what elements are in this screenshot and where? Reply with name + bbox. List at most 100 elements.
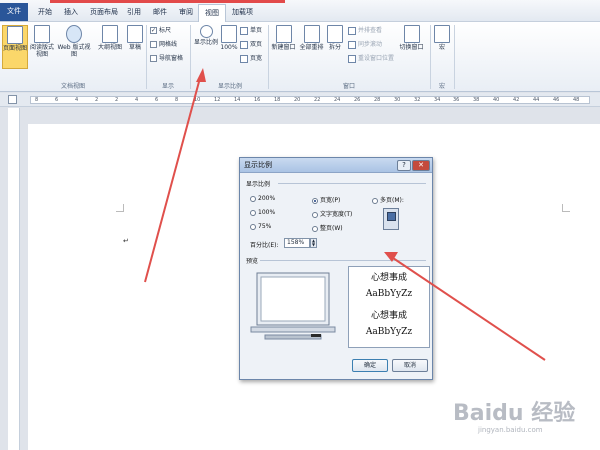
close-button[interactable]: ✕ (412, 160, 430, 171)
whole-page-option[interactable]: 整页(W) (312, 223, 343, 232)
radio-icon (250, 209, 256, 216)
percent-spinner[interactable]: ▲ ▼ (310, 238, 317, 248)
ruler-number: 24 (334, 97, 341, 103)
help-button[interactable]: ? (397, 160, 411, 171)
full-screen-reading-button[interactable]: 阅读版式视图 (30, 25, 54, 58)
gridlines-checkbox[interactable]: 网格线 (150, 40, 177, 50)
page-width-option[interactable]: 页宽(P) (312, 195, 340, 204)
text-preview: 心想事成 AaBbYyZz 心想事成 AaBbYyZz (348, 266, 430, 348)
ruler-numbers: 8 6 4 2 2 4 6 8 10 12 14 16 18 20 22 24 26 28 30 32 34 36 38 40… (31, 97, 589, 103)
ruler-checkbox[interactable]: ✓ 标尺 (150, 26, 171, 36)
tab-selector[interactable] (8, 95, 17, 104)
zoom-button-label: 显示比例 (193, 39, 218, 46)
reset-window-button[interactable]: 重设窗口位置 (348, 54, 394, 64)
tab-file[interactable]: 文件 (0, 3, 28, 21)
ruler-number: 26 (354, 97, 361, 103)
zoom-200-option[interactable]: 200% (250, 195, 275, 202)
ruler-number: 42 (513, 97, 520, 103)
ruler-number: 46 (553, 97, 560, 103)
draft-label: 草稿 (128, 44, 141, 51)
print-layout-button[interactable]: 页面视图 (2, 25, 28, 69)
page-width-button[interactable]: 页宽 (240, 54, 262, 64)
ruler-number: 30 (394, 97, 401, 103)
page-100-icon (221, 25, 237, 43)
group-divider (190, 25, 191, 89)
split-label: 拆分 (328, 44, 341, 51)
one-page-button[interactable]: 单页 (240, 26, 262, 36)
ruler-number: 4 (75, 97, 79, 103)
reset-window-label: 重设窗口位置 (358, 55, 395, 62)
ruler-number: 2 (115, 97, 119, 103)
zoom-100-button[interactable]: 100% (220, 25, 238, 51)
web-layout-button[interactable]: Web 版式视图 (55, 25, 93, 58)
margin-corner-mark (562, 204, 570, 212)
preview-section-label: 预览 (246, 258, 259, 265)
ruler-number: 22 (314, 97, 321, 103)
many-pages-option[interactable]: 多页(M): (372, 195, 404, 204)
ruler-number: 48 (573, 97, 580, 103)
zoom-75-option[interactable]: 75% (250, 223, 271, 230)
group-divider (268, 25, 269, 89)
sync-scroll-button[interactable]: 同步滚动 (348, 40, 382, 50)
zoom-200-label: 200% (258, 195, 276, 202)
ruler-number: 8 (175, 97, 179, 103)
ok-button[interactable]: 确定 (352, 359, 388, 372)
margin-corner-mark (116, 204, 124, 212)
cancel-button[interactable]: 取消 (392, 359, 428, 372)
paragraph-mark: ↵ (123, 237, 129, 245)
reset-window-icon (348, 54, 356, 63)
side-by-side-button[interactable]: 并排查看 (348, 26, 382, 36)
ribbon-view-panel: 页面视图 阅读版式视图 Web 版式视图 大纲视图 草稿 文档视图 ✓ 标尺 网格… (0, 22, 600, 92)
tab-review[interactable]: 审阅 (173, 4, 199, 22)
ruler-number: 2 (95, 97, 99, 103)
book-icon (34, 25, 50, 43)
ruler-number: 6 (155, 97, 159, 103)
tab-mailings[interactable]: 邮件 (147, 4, 173, 22)
section-divider (260, 260, 426, 261)
nav-pane-checkbox[interactable]: 导航窗格 (150, 54, 183, 64)
ruler-number: 8 (35, 97, 39, 103)
many-pages-picker[interactable] (383, 208, 399, 230)
new-window-button[interactable]: 新建窗口 (270, 25, 297, 51)
ruler-number: 18 (274, 97, 281, 103)
arrange-all-button[interactable]: 全部重排 (298, 25, 325, 51)
window-group-label: 窗口 (342, 83, 355, 90)
draft-icon (127, 25, 143, 43)
zoom-100-option[interactable]: 100% (250, 209, 275, 216)
tab-page-layout[interactable]: 页面布局 (84, 4, 124, 22)
vertical-ruler (8, 108, 20, 450)
checkbox-icon (150, 41, 157, 48)
outline-label: 大纲视图 (97, 44, 122, 51)
checkbox-icon (150, 55, 157, 62)
text-width-option[interactable]: 文字宽度(T) (312, 209, 352, 218)
radio-icon (312, 211, 318, 218)
print-layout-label: 页面视图 (3, 45, 28, 52)
draft-button[interactable]: 草稿 (126, 25, 144, 51)
tab-addins[interactable]: 加载项 (226, 4, 259, 22)
zoom-button[interactable]: 显示比例 (193, 25, 219, 46)
two-pages-icon (240, 40, 248, 49)
zoom-100-option-label: 100% (258, 209, 276, 216)
tab-references[interactable]: 引用 (121, 4, 147, 22)
ruler-number: 38 (473, 97, 480, 103)
full-screen-reading-label: 阅读版式视图 (30, 44, 55, 58)
ruler-number: 28 (374, 97, 381, 103)
new-window-icon (275, 25, 292, 43)
percent-label: 百分比(E): (250, 242, 279, 249)
ruler-number: 4 (135, 97, 139, 103)
group-divider (454, 25, 455, 89)
tab-view[interactable]: 视图 (198, 4, 226, 22)
zoom-group-label: 显示比例 (217, 83, 242, 90)
macros-button[interactable]: 宏 (434, 25, 450, 51)
two-pages-button[interactable]: 双页 (240, 40, 262, 50)
ruler-number: 20 (294, 97, 301, 103)
tab-home[interactable]: 开始 (32, 4, 58, 22)
outline-button[interactable]: 大纲视图 (96, 25, 124, 51)
switch-window-button[interactable]: 切换窗口 (398, 25, 425, 51)
percent-input[interactable]: 158% (284, 238, 310, 248)
ruler-number: 36 (453, 97, 460, 103)
ruler-scale[interactable]: 8 6 4 2 2 4 6 8 10 12 14 16 18 20 22 24 26 28 30 32 34 36 38 40… (30, 96, 590, 104)
tab-insert[interactable]: 插入 (58, 4, 84, 22)
section-divider (278, 183, 426, 184)
split-button[interactable]: 拆分 (326, 25, 344, 51)
